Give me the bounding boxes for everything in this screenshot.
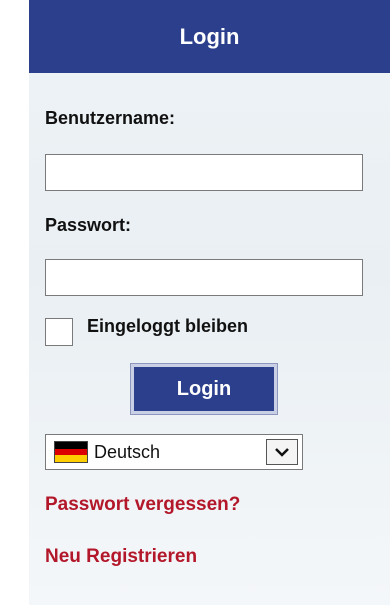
forgot-password-link[interactable]: Passwort vergessen? [45, 494, 240, 516]
login-panel: Login Benutzername: Passwort: Eingeloggt… [29, 0, 390, 605]
language-selected-value: Deutsch [94, 441, 161, 462]
login-button[interactable]: Login [130, 363, 278, 415]
language-dropdown-toggle[interactable] [266, 439, 298, 465]
chevron-down-icon [275, 448, 289, 457]
username-label: Benutzername: [45, 108, 176, 128]
remember-me-checkbox[interactable] [45, 318, 73, 346]
language-select[interactable]: Deutsch [45, 434, 303, 470]
panel-title: Login [179, 23, 240, 49]
password-label: Passwort: [45, 215, 132, 235]
remember-me-label: Eingeloggt bleiben [87, 316, 248, 336]
login-button-label: Login [176, 377, 232, 400]
password-input[interactable] [45, 259, 363, 296]
register-link[interactable]: Neu Registrieren [45, 546, 197, 568]
username-input[interactable] [45, 154, 363, 191]
germany-flag-icon [54, 441, 88, 463]
panel-header: Login [29, 0, 390, 73]
